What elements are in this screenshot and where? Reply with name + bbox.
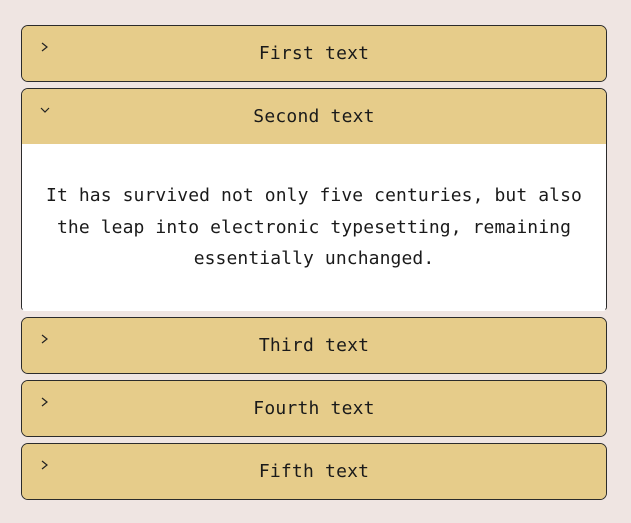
accordion-item-second: Second text It has survived not only fiv… xyxy=(21,88,607,311)
accordion-header-first[interactable]: First text xyxy=(22,26,606,81)
chevron-right-icon xyxy=(41,334,48,344)
accordion-title: First text xyxy=(258,43,370,64)
chevron-right-icon xyxy=(41,460,48,470)
accordion-content: It has survived not only five centuries,… xyxy=(46,185,582,269)
accordion-title: Second text xyxy=(253,106,375,127)
chevron-down-icon xyxy=(40,107,50,113)
accordion-item-first: First text xyxy=(21,25,607,82)
accordion: First text Second text It has survived n… xyxy=(21,25,607,506)
accordion-header-second[interactable]: Second text xyxy=(22,89,606,144)
accordion-title: Third text xyxy=(258,335,370,356)
accordion-panel-second: It has survived not only five centuries,… xyxy=(22,144,606,310)
chevron-right-icon xyxy=(41,42,48,52)
accordion-item-third: Third text xyxy=(21,317,607,374)
chevron-right-icon xyxy=(41,397,48,407)
accordion-item-fourth: Fourth text xyxy=(21,380,607,437)
accordion-title: Fifth text xyxy=(258,461,370,482)
accordion-header-fifth[interactable]: Fifth text xyxy=(22,444,606,499)
accordion-item-fifth: Fifth text xyxy=(21,443,607,500)
accordion-header-third[interactable]: Third text xyxy=(22,318,606,373)
accordion-title: Fourth text xyxy=(253,398,375,419)
accordion-header-fourth[interactable]: Fourth text xyxy=(22,381,606,436)
